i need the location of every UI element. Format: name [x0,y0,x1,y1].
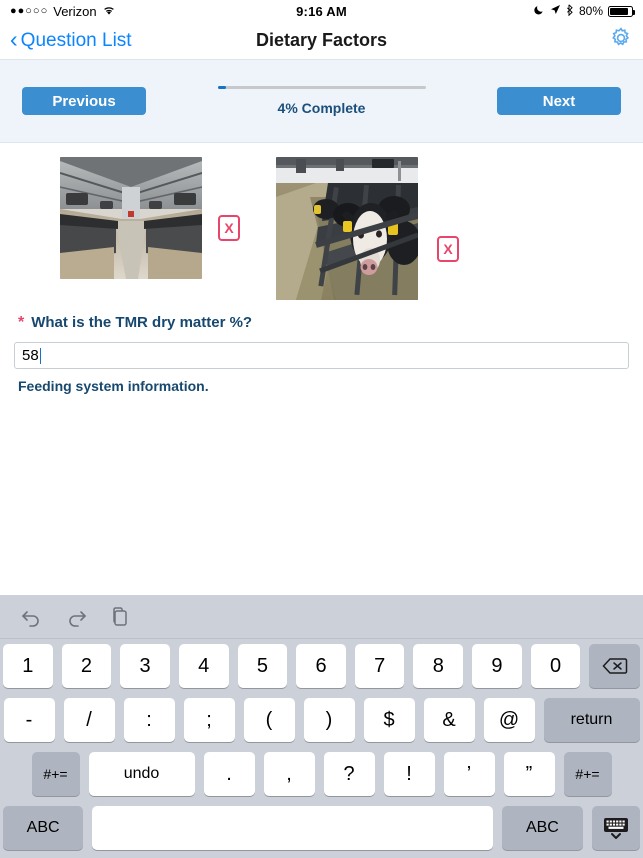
key-1[interactable]: 1 [3,644,53,688]
chevron-left-icon: ‹ [10,26,18,52]
gear-icon [609,26,633,55]
key-3[interactable]: 3 [120,644,170,688]
photo-item: X [240,157,459,300]
key-at[interactable]: @ [483,698,535,742]
answer-input-value: 58 [22,347,39,364]
delete-photo-button[interactable]: X [218,215,240,241]
text-caret [39,347,42,364]
helper-text: Feeding system information. [18,378,209,394]
status-bar-right: 80% [347,3,635,19]
keyboard-row-numbers: 1 2 3 4 5 6 7 8 9 0 [3,644,641,688]
return-key[interactable]: return [543,698,640,742]
key-9[interactable]: 9 [472,644,522,688]
required-marker: * [18,314,25,331]
battery-icon [608,5,635,17]
navigation-toolbar: Previous 4% Complete Next [0,60,643,143]
status-bar: ●●○○○ Verizon 9:16 AM 80% [0,0,643,22]
key-colon[interactable]: : [123,698,175,742]
settings-button[interactable] [609,26,633,55]
clock-label: 9:16 AM [296,3,347,19]
key-7[interactable]: 7 [354,644,405,688]
carrier-label: Verizon [53,3,97,19]
next-button[interactable]: Next [497,87,621,115]
symbols-shift-key-left[interactable]: #+= [31,752,80,796]
location-arrow-icon [550,4,561,18]
key-5[interactable]: 5 [237,644,288,688]
key-quote[interactable]: ” [503,752,555,796]
keyboard-row-bottom: ABC ABC [3,806,641,850]
undo-key[interactable]: undo [88,752,195,796]
redo-icon[interactable] [65,607,88,627]
symbols-shift-key-right[interactable]: #+= [563,752,612,796]
progress-bar [217,86,426,89]
moon-icon [534,4,545,18]
navigation-bar: ‹ Question List Dietary Factors [0,22,643,60]
keyboard-rows: 1 2 3 4 5 6 7 8 9 0 - /: ; () $ & @ re… [0,639,643,858]
key-ampersand[interactable]: & [423,698,475,742]
paste-icon[interactable] [110,606,130,627]
key-0[interactable]: 0 [530,644,581,688]
undo-icon[interactable] [20,607,43,627]
space-key[interactable] [92,806,494,850]
key-comma[interactable]: , [263,752,315,796]
question-text: What is the TMR dry matter %? [31,314,253,331]
delete-photo-button[interactable]: X [437,235,459,262]
key-2[interactable]: 2 [61,644,112,688]
answer-input[interactable]: 58 [14,342,629,369]
key-slash[interactable]: / [63,698,115,742]
back-button[interactable]: ‹ Question List [10,26,132,52]
key-exclamation[interactable]: ! [383,752,435,796]
key-4[interactable]: 4 [178,644,229,688]
progress-label: 4% Complete [277,100,366,116]
photo-thumbnail[interactable] [276,157,418,300]
abc-key-right[interactable]: ABC [502,806,583,850]
keyboard-row-punctuation: #+= undo . , ? ! ’ ” #+= [3,752,640,796]
status-bar-left: ●●○○○ Verizon [10,4,296,19]
key-dollar[interactable]: $ [363,698,415,742]
app-root: ●●○○○ Verizon 9:16 AM 80% ‹ Question Lis… [0,0,643,858]
hide-keyboard-key[interactable] [591,806,641,850]
battery-percent-label: 80% [578,4,603,18]
key-hyphen[interactable]: - [3,698,55,742]
back-button-label: Question List [20,29,132,51]
signal-strength-icon: ●●○○○ [10,5,49,17]
progress-section: 4% Complete [146,86,497,116]
key-apostrophe[interactable]: ’ [443,752,495,796]
bluetooth-icon [566,3,574,19]
question-label: * What is the TMR dry matter %? [14,314,629,332]
abc-key-left[interactable]: ABC [3,806,84,850]
progress-bar-fill [217,86,226,89]
key-left-paren[interactable]: ( [243,698,295,742]
wifi-icon [102,4,116,19]
photo-thumbnail[interactable] [60,157,202,279]
keyboard-row-symbols: - / : ; ( ) $ & @ return [3,698,640,742]
on-screen-keyboard: 1 2 3 4 5 6 7 8 9 0 - /: ; () $ & @ re… [0,595,643,858]
key-question[interactable]: ? [323,752,375,796]
key-semicolon[interactable]: ; [183,698,235,742]
backspace-key[interactable] [589,644,641,688]
photo-attachments: X X [14,157,629,300]
key-6[interactable]: 6 [296,644,346,688]
keyboard-toolbar [0,595,643,639]
question-content: X X * What is the TMR dry matter %? 58 F… [0,143,643,592]
photo-item: X [14,157,240,279]
key-right-paren[interactable]: ) [303,698,355,742]
key-8[interactable]: 8 [413,644,464,688]
previous-button[interactable]: Previous [22,87,146,115]
key-period[interactable]: . [203,752,255,796]
